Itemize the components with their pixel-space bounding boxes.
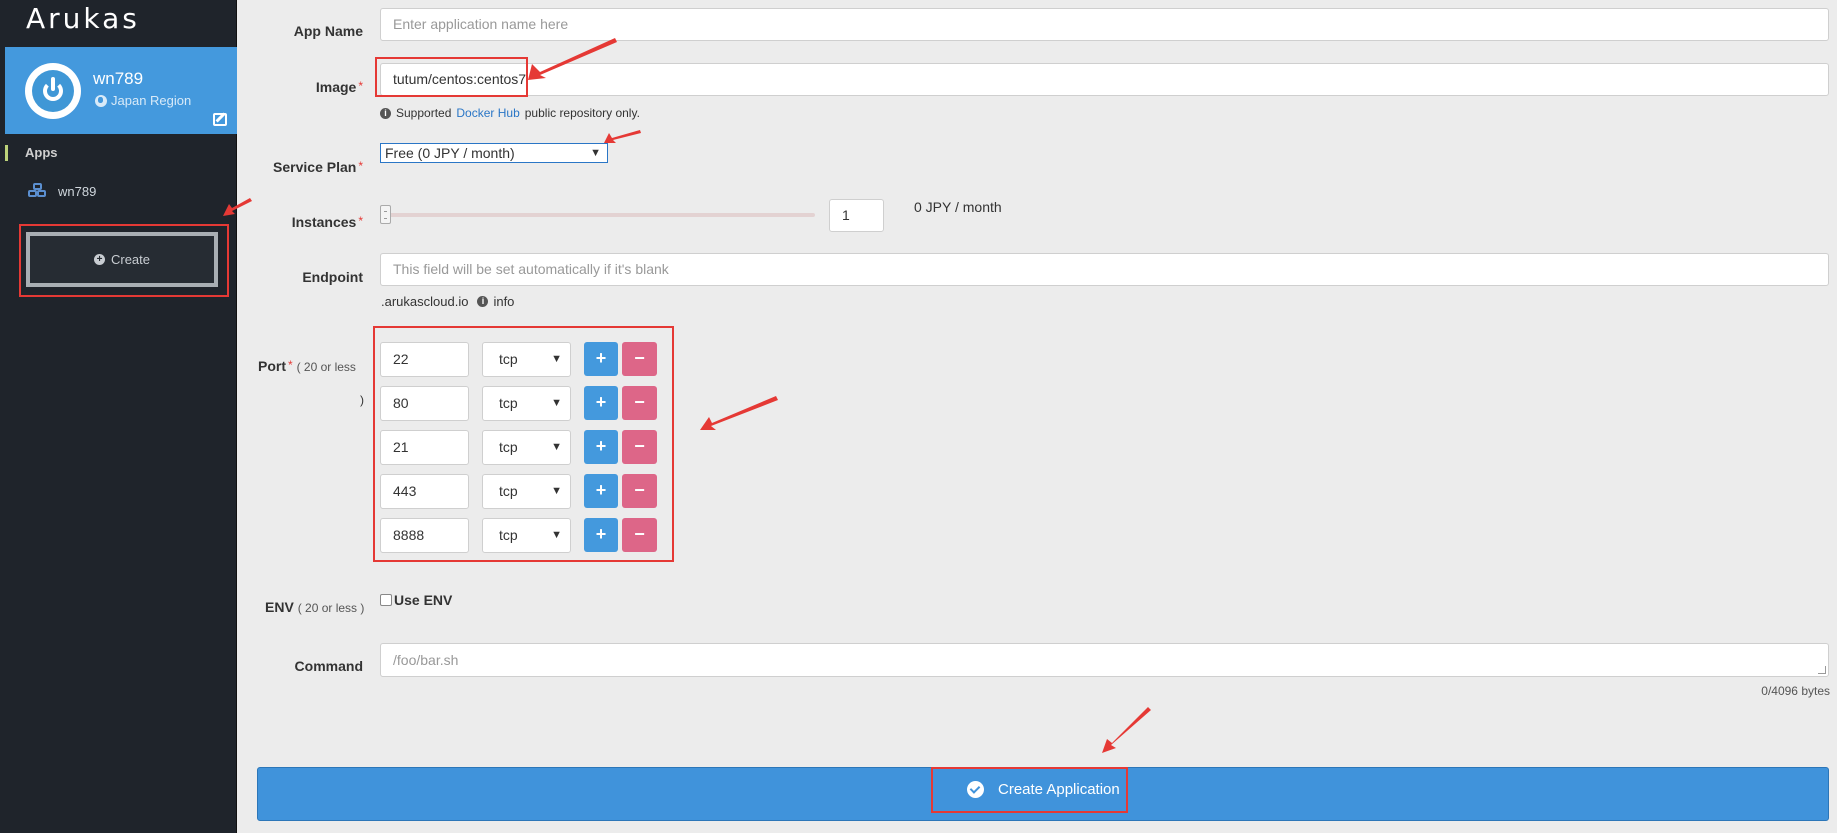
use-env-checkbox[interactable] xyxy=(380,594,392,606)
port-protocol-value: tcp xyxy=(499,527,518,543)
apps-header: Apps xyxy=(0,143,237,163)
add-port-button[interactable]: + xyxy=(584,342,618,376)
command-byte-count: 0/4096 bytes xyxy=(1761,684,1830,698)
service-plan-label: Service Plan * xyxy=(273,159,363,175)
instances-label: Instances * xyxy=(291,214,363,230)
arrow-annotation xyxy=(700,396,778,430)
create-application-label: Create Application xyxy=(967,781,1120,798)
arrow-annotation xyxy=(604,130,641,143)
profile-card: wn789 Japan Region xyxy=(5,47,237,134)
remove-port-button[interactable]: − xyxy=(622,430,657,464)
check-circle-icon xyxy=(967,781,984,798)
endpoint-label: Endpoint xyxy=(302,269,363,285)
docker-hub-link[interactable]: Docker Hub xyxy=(456,106,519,120)
app-name-input[interactable]: Enter application name here xyxy=(380,8,1829,41)
use-env-label: Use ENV xyxy=(394,592,453,608)
avatar xyxy=(25,63,81,119)
port-number-input[interactable]: 22 xyxy=(380,342,469,377)
region-label: Japan Region xyxy=(95,93,191,108)
port-number-input[interactable]: 8888 xyxy=(380,518,469,553)
dropdown-arrow-icon: ▼ xyxy=(551,529,562,541)
arrow-annotation xyxy=(1102,707,1151,753)
sidebar-item-label: wn789 xyxy=(58,183,97,199)
port-limit-close: ) xyxy=(360,393,364,407)
info-icon: i xyxy=(380,107,391,119)
sidebar: Arukas wn789 Japan Region Apps wn789 + C… xyxy=(0,0,237,833)
add-port-button[interactable]: + xyxy=(584,430,618,464)
remove-port-button[interactable]: − xyxy=(622,386,657,420)
info-icon: i xyxy=(477,296,489,307)
profile-name: wn789 xyxy=(93,69,144,88)
plus-circle-icon: + xyxy=(93,254,105,265)
port-protocol-select[interactable]: tcp ▼ xyxy=(482,518,571,553)
dropdown-arrow-icon: ▼ xyxy=(551,441,562,453)
image-hint: i Supported Docker Hub public repository o… xyxy=(380,106,640,120)
power-icon xyxy=(32,70,74,112)
resize-grip-icon[interactable] xyxy=(1818,666,1826,674)
annotation-arrows xyxy=(223,38,1151,753)
dropdown-arrow-icon: ▼ xyxy=(590,147,601,159)
port-protocol-select[interactable]: tcp ▼ xyxy=(482,386,571,421)
port-protocol-select[interactable]: tcp ▼ xyxy=(482,430,571,465)
endpoint-domain: .arukascloud.io xyxy=(381,294,469,309)
port-protocol-value: tcp xyxy=(499,439,518,455)
endpoint-hint: .arukascloud.io i info xyxy=(381,294,514,309)
port-protocol-value: tcp xyxy=(499,351,518,367)
port-protocol-value: tcp xyxy=(499,395,518,411)
port-number-input[interactable]: 21 xyxy=(380,430,469,465)
endpoint-info-link[interactable]: info xyxy=(493,294,514,309)
region-text: Japan Region xyxy=(111,93,192,108)
image-input[interactable]: tutum/centos:centos7 xyxy=(380,63,1829,96)
app-logo[interactable]: Arukas xyxy=(26,2,140,35)
sidebar-item-app[interactable]: wn789 xyxy=(28,183,96,199)
dropdown-arrow-icon: ▼ xyxy=(551,353,562,365)
endpoint-input[interactable]: This field will be set automatically if … xyxy=(380,253,1829,286)
remove-port-button[interactable]: − xyxy=(622,518,657,552)
port-number-input[interactable]: 80 xyxy=(380,386,469,421)
annotation-box-image xyxy=(375,57,528,97)
edit-icon[interactable] xyxy=(213,113,227,126)
service-plan-select[interactable]: Free (0 JPY / month) ▼ xyxy=(380,143,608,163)
globe-icon xyxy=(95,94,107,107)
port-protocol-value: tcp xyxy=(499,483,518,499)
instances-price: 0 JPY / month xyxy=(914,199,1002,215)
cubes-icon xyxy=(28,183,47,199)
app-name-label: App Name xyxy=(293,23,363,39)
add-port-button[interactable]: + xyxy=(584,474,618,508)
add-port-button[interactable]: + xyxy=(584,518,618,552)
use-env-checkbox-row[interactable]: Use ENV xyxy=(380,592,452,608)
create-app-button-label: Create xyxy=(110,252,151,267)
env-label: ENV ( 20 or less ) xyxy=(265,599,365,615)
port-protocol-select[interactable]: tcp ▼ xyxy=(482,342,571,377)
dropdown-arrow-icon: ▼ xyxy=(551,397,562,409)
instances-slider-track[interactable] xyxy=(382,213,815,217)
add-port-button[interactable]: + xyxy=(584,386,618,420)
command-input[interactable]: /foo/bar.sh xyxy=(380,643,1829,677)
instances-input[interactable]: 1 xyxy=(829,199,884,232)
port-protocol-select[interactable]: tcp ▼ xyxy=(482,474,571,509)
remove-port-button[interactable]: − xyxy=(622,474,657,508)
remove-port-button[interactable]: − xyxy=(622,342,657,376)
create-app-button[interactable]: + Create xyxy=(26,232,218,287)
dropdown-arrow-icon: ▼ xyxy=(551,485,562,497)
command-label: Command xyxy=(294,658,363,674)
image-label: Image * xyxy=(315,79,363,95)
port-label: Port * ( 20 or less xyxy=(258,358,356,374)
instances-slider-handle[interactable] xyxy=(380,205,391,224)
port-number-input[interactable]: 443 xyxy=(380,474,469,509)
